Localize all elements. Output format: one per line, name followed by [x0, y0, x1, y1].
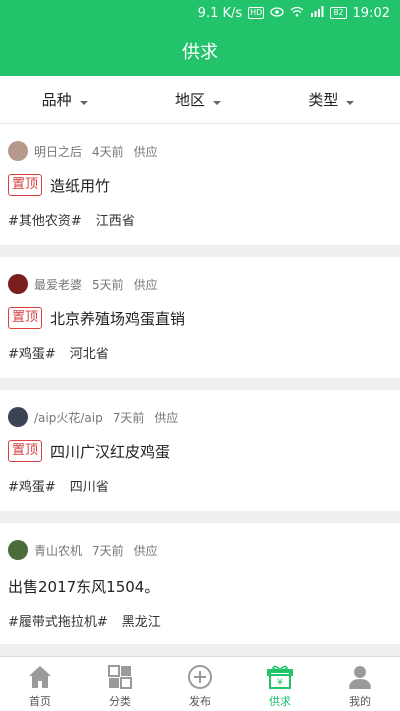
post-author[interactable]: 青山农机 [34, 542, 82, 559]
post-category-tag: #其他农资# [8, 214, 82, 229]
tab-label: 首页 [29, 695, 51, 708]
post-feed: 明日之后 4天前 供应 置顶 造纸用竹 #其他农资# 江西省 最爱老婆 5天前 … [0, 124, 400, 656]
post-type: 供应 [154, 410, 179, 425]
svg-text:¥: ¥ [277, 678, 283, 688]
post-author[interactable]: 最爱老婆 [34, 276, 82, 293]
tab-category[interactable]: 分类 [80, 657, 160, 711]
caret-down-icon [79, 100, 88, 105]
post-category-tag: #鸡蛋# [8, 480, 56, 495]
post-headline: 置顶 造纸用竹 [8, 172, 392, 198]
page-title-bar: 供求 [0, 26, 400, 76]
post-tags: #鸡蛋# 河北省 [8, 343, 392, 362]
status-bar: 9.1 K/s HD 82 19:02 [0, 0, 400, 26]
post-card[interactable]: 最爱老婆 5天前 供应 置顶 北京养殖场鸡蛋直销 #鸡蛋# 河北省 [0, 257, 400, 378]
post-region: 河北省 [69, 347, 109, 362]
bottom-tab-bar: 首页 分类 发布 ¥ 供求 我的 [0, 656, 400, 711]
filter-label: 品种 [41, 91, 72, 109]
tab-supply-demand[interactable]: ¥ 供求 [240, 657, 320, 711]
caret-down-icon [346, 100, 355, 105]
post-type: 供应 [133, 277, 158, 292]
person-icon [349, 666, 371, 689]
pinned-badge: 置顶 [8, 440, 43, 462]
pinned-badge: 置顶 [8, 174, 43, 196]
filter-variety[interactable]: 品种 [0, 76, 133, 123]
post-tags: #履带式拖拉机# 黑龙江 [8, 611, 392, 630]
avatar[interactable] [8, 141, 28, 161]
clock: 19:02 [352, 5, 390, 21]
filter-label: 类型 [308, 91, 339, 109]
post-time: 7天前 [92, 543, 124, 558]
tab-label: 发布 [189, 695, 211, 708]
post-card[interactable]: 青山农机 7天前 供应 出售2017东风1504。 #履带式拖拉机# 黑龙江 [0, 523, 400, 644]
post-title: 出售2017东风1504。 [8, 577, 160, 596]
tab-label: 我的 [349, 695, 371, 708]
post-time: 4天前 [92, 144, 124, 159]
post-title: 北京养殖场鸡蛋直销 [50, 309, 186, 328]
plus-circle-icon [188, 665, 212, 689]
tab-mine[interactable]: 我的 [320, 657, 400, 711]
filter-label: 地区 [174, 91, 205, 109]
post-tags: #其他农资# 江西省 [8, 210, 392, 229]
pinned-badge: 置顶 [8, 307, 43, 329]
post-headline: 出售2017东风1504。 [8, 573, 392, 599]
avatar[interactable] [8, 407, 28, 427]
post-category-tag: #鸡蛋# [8, 347, 56, 362]
tab-label: 供求 [269, 695, 291, 708]
caret-down-icon [213, 100, 221, 105]
network-speed: 9.1 K/s [197, 5, 243, 21]
post-headline: 置顶 北京养殖场鸡蛋直销 [8, 305, 392, 331]
filter-bar: 品种 地区 类型 [0, 76, 400, 124]
tab-publish[interactable]: 发布 [160, 657, 240, 711]
post-type: 供应 [133, 543, 158, 558]
avatar[interactable] [8, 540, 28, 560]
wifi-icon [290, 6, 304, 21]
post-meta: /aip火花/aip 7天前 供应 [8, 406, 392, 428]
post-card[interactable]: 明日之后 4天前 供应 置顶 造纸用竹 #其他农资# 江西省 [0, 124, 400, 245]
signal-icon [310, 5, 324, 21]
post-meta: 最爱老婆 5天前 供应 [8, 273, 392, 295]
post-meta: 明日之后 4天前 供应 [8, 140, 392, 162]
post-title: 四川广汉红皮鸡蛋 [50, 442, 171, 461]
post-region: 黑龙江 [121, 615, 161, 630]
post-type: 供应 [133, 144, 158, 159]
hd-icon: HD [248, 7, 265, 19]
battery-icon: 82 [330, 7, 347, 19]
home-icon [29, 666, 51, 688]
gift-yen-icon: ¥ [267, 665, 293, 689]
post-time: 5天前 [92, 277, 124, 292]
post-region: 四川省 [69, 480, 109, 495]
post-author[interactable]: /aip火花/aip [34, 409, 103, 426]
tab-label: 分类 [109, 695, 131, 708]
post-card[interactable]: /aip火花/aip 7天前 供应 置顶 四川广汉红皮鸡蛋 #鸡蛋# 四川省 [0, 390, 400, 511]
post-meta: 青山农机 7天前 供应 [8, 539, 392, 561]
post-time: 7天前 [112, 410, 145, 425]
page-title: 供求 [182, 42, 218, 63]
post-region: 江西省 [95, 214, 135, 229]
filter-type[interactable]: 类型 [267, 76, 400, 123]
post-category-tag: #履带式拖拉机# [8, 615, 108, 630]
grid-icon [108, 665, 132, 689]
post-title: 造纸用竹 [50, 176, 111, 195]
post-tags: #鸡蛋# 四川省 [8, 476, 392, 495]
post-author[interactable]: 明日之后 [34, 143, 82, 160]
post-headline: 置顶 四川广汉红皮鸡蛋 [8, 438, 392, 464]
tab-home[interactable]: 首页 [0, 657, 80, 711]
avatar[interactable] [8, 274, 28, 294]
eye-icon [270, 6, 284, 21]
filter-region[interactable]: 地区 [133, 76, 266, 123]
